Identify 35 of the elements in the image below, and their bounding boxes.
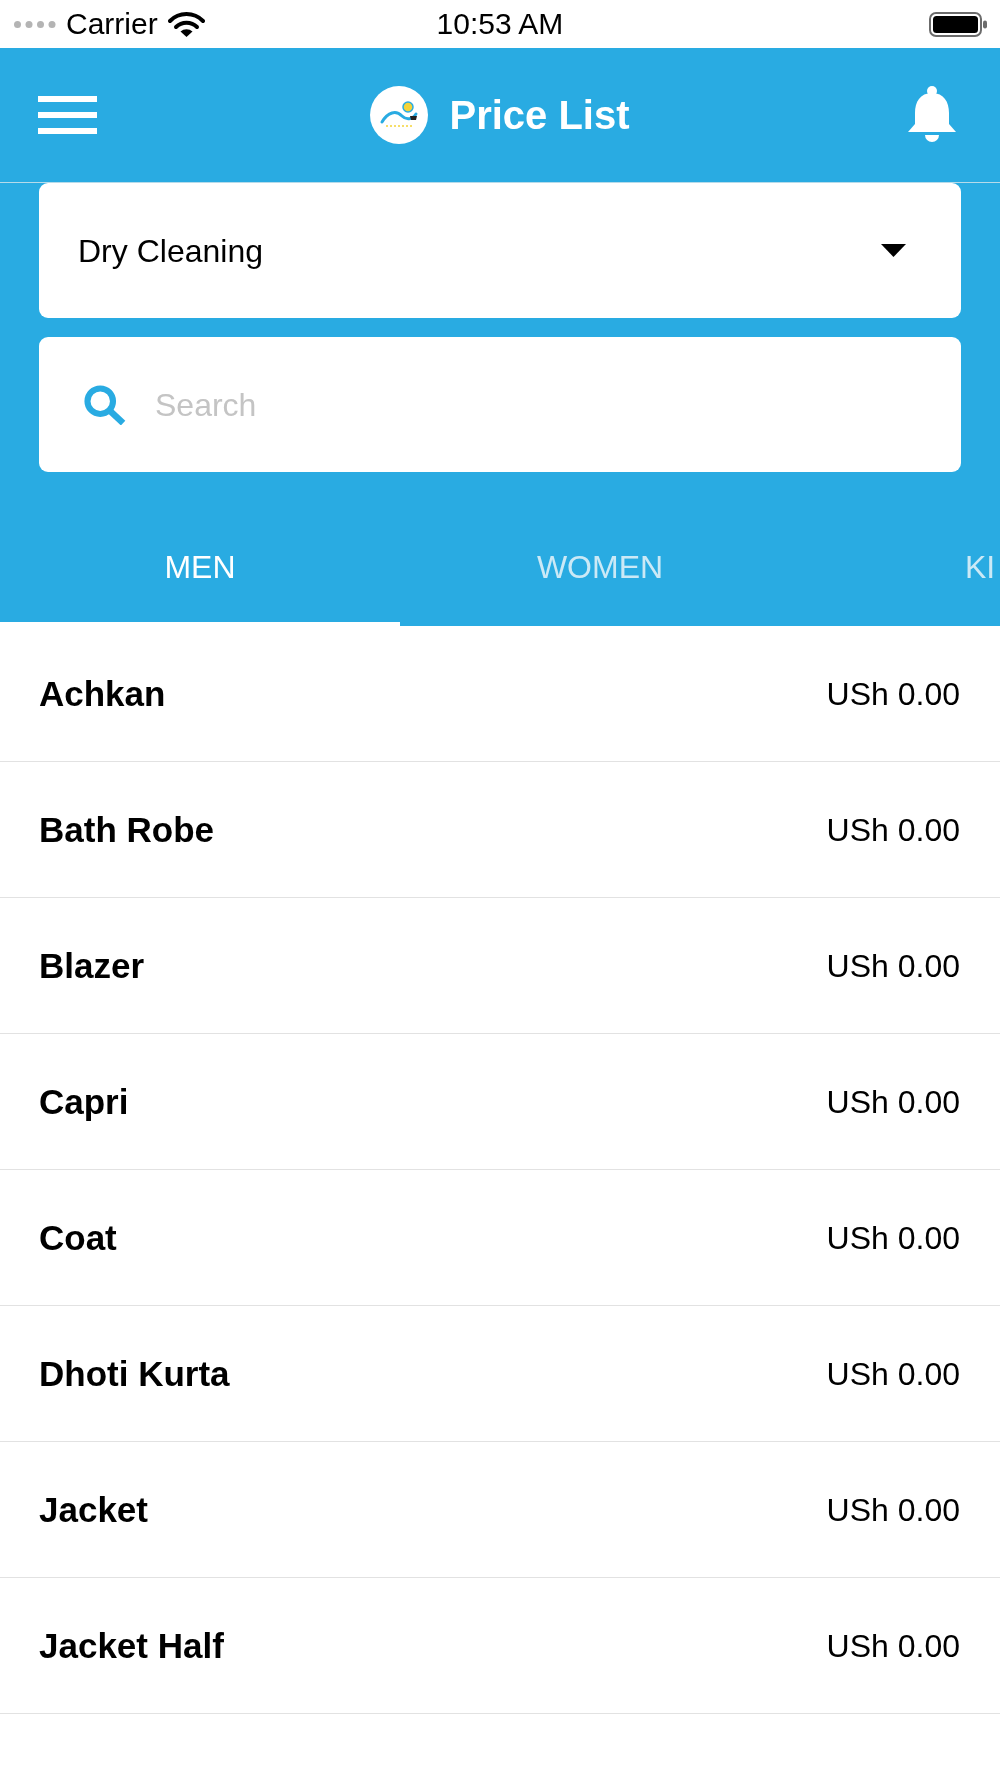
notifications-button[interactable] [906, 86, 958, 144]
item-name: Bath Robe [39, 812, 214, 847]
search-field[interactable]: Search [155, 384, 941, 425]
item-price: USh 0.00 [826, 1357, 960, 1390]
item-price: USh 0.00 [826, 677, 960, 710]
menu-button[interactable] [38, 96, 97, 134]
category-tab[interactable]: MEN [0, 472, 400, 626]
signal-icon [14, 20, 56, 28]
carrier-name: Carrier [66, 9, 158, 39]
wifi-icon [167, 11, 205, 37]
search-icon [84, 384, 126, 425]
category-tab[interactable]: WOMEN [400, 472, 800, 626]
item-name: Coat [39, 1220, 117, 1255]
item-price: USh 0.00 [826, 1629, 960, 1662]
item-name: Capri [39, 1084, 129, 1119]
item-price: USh 0.00 [826, 1221, 960, 1254]
item-name: Jacket [39, 1492, 148, 1527]
page-title: Price List [449, 95, 630, 135]
status-time: 10:53 AM [436, 9, 564, 39]
item-name: Achkan [39, 676, 166, 711]
bell-icon [906, 86, 958, 144]
service-dropdown[interactable]: Dry Cleaning [39, 183, 961, 318]
category-tab[interactable]: KI [800, 472, 1000, 626]
battery-icon [929, 11, 987, 37]
caret-icon [881, 244, 906, 257]
item-name: Dhoti Kurta [39, 1356, 230, 1391]
search-bar[interactable]: Search [39, 337, 961, 472]
item-price: USh 0.00 [826, 813, 960, 846]
menu-icon [38, 96, 97, 134]
item-name: Blazer [39, 948, 145, 983]
item-price: USh 0.00 [826, 949, 960, 982]
logo-icon [370, 86, 429, 144]
item-price: USh 0.00 [826, 1493, 960, 1526]
item-name: Jacket Half [39, 1628, 224, 1663]
item-price: USh 0.00 [826, 1085, 960, 1118]
